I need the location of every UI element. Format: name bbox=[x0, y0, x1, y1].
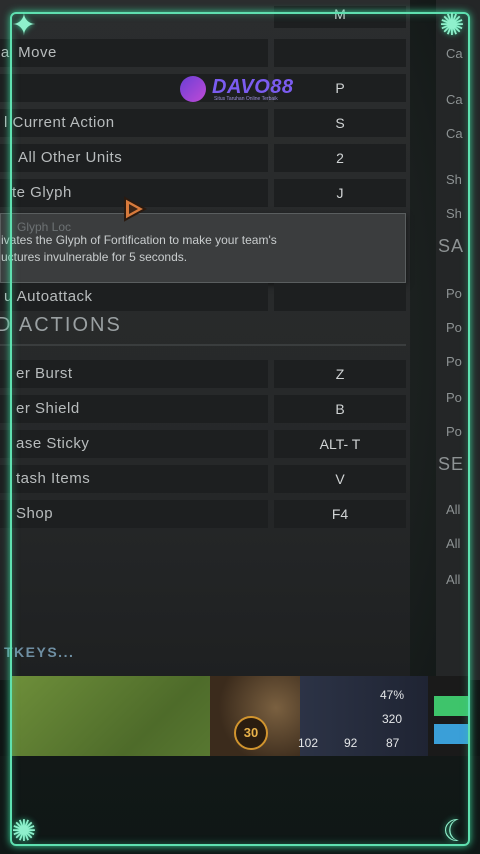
right-column-item[interactable]: Ca bbox=[446, 126, 463, 141]
hero-level-badge: 30 bbox=[234, 716, 268, 750]
action-key-4[interactable]: V bbox=[274, 465, 406, 493]
hotkey-row-select-all-other-units[interactable]: All Other Units bbox=[0, 144, 268, 172]
action-key-2[interactable]: B bbox=[274, 395, 406, 423]
more-hotkeys-link[interactable]: TKEYS... bbox=[4, 644, 74, 660]
action-row-2[interactable]: er Shield bbox=[0, 395, 268, 423]
tooltip-description: ivates the Glyph of Fortification to mak… bbox=[1, 232, 361, 266]
logo-tagline: Situs Taruhan Online Terbaik bbox=[214, 96, 278, 102]
sparkle-icon: ✦ bbox=[11, 9, 37, 42]
right-column-item[interactable]: Sh bbox=[446, 206, 462, 221]
hotkey-row-label: l Current Action bbox=[4, 114, 115, 131]
right-column-item[interactable]: Po bbox=[446, 286, 462, 301]
hero-stats-hud bbox=[300, 676, 428, 756]
hotkey-row-toggle-autoattack[interactable]: u Autoattack bbox=[0, 283, 268, 311]
game-viewport: 30 47% 320 102 92 87 bbox=[10, 676, 470, 756]
action-key-5[interactable]: F4 bbox=[274, 500, 406, 528]
hud-green-button[interactable] bbox=[434, 696, 470, 716]
sun-icon: ✺ bbox=[11, 815, 37, 848]
brand-logo: DAVO88 Situs Taruhan Online Terbaik bbox=[180, 74, 304, 104]
hud-stat-3: 87 bbox=[386, 736, 400, 750]
hotkey-row-cancel-current-action[interactable]: l Current Action bbox=[0, 109, 268, 137]
hotkey-key-regional-move[interactable] bbox=[274, 39, 406, 67]
action-row-5[interactable]: Shop bbox=[0, 500, 268, 528]
hotkey-row-label: u Autoattack bbox=[4, 288, 93, 305]
tooltip-line-2: uctures invulnerable for 5 seconds. bbox=[1, 250, 188, 264]
action-key-1[interactable]: Z bbox=[274, 360, 406, 388]
action-key-3[interactable]: ALT- T bbox=[274, 430, 406, 458]
right-settings-column: Ca Ca Ca Sh Sh SA Po Po Po Po Po SE All … bbox=[436, 0, 480, 680]
right-column-item[interactable]: Po bbox=[446, 390, 462, 405]
action-row-4[interactable]: tash Items bbox=[0, 465, 268, 493]
logo-mark-icon bbox=[180, 76, 206, 102]
hud-stat-percent: 47% bbox=[380, 688, 405, 702]
tooltip-line-1: ivates the Glyph of Fortification to mak… bbox=[1, 233, 277, 247]
right-column-item[interactable]: Sh bbox=[446, 172, 462, 187]
right-column-item[interactable]: All bbox=[446, 536, 460, 551]
right-column-header: SA bbox=[438, 236, 465, 256]
action-row-label: Shop bbox=[16, 505, 54, 522]
action-row-label: tash Items bbox=[16, 470, 91, 487]
right-column-item[interactable]: Ca bbox=[446, 46, 463, 61]
bottom-background bbox=[0, 756, 480, 854]
action-row-1[interactable]: er Burst bbox=[0, 360, 268, 388]
right-column-item[interactable]: All bbox=[446, 502, 460, 517]
hotkey-row-label: All Other Units bbox=[18, 149, 123, 166]
mouse-cursor-icon bbox=[124, 196, 148, 222]
hotkey-key-activate-glyph[interactable]: J bbox=[274, 179, 406, 207]
moon-icon: ☾ bbox=[442, 815, 470, 848]
section-divider bbox=[0, 344, 406, 346]
hud-blue-button[interactable] bbox=[434, 724, 470, 744]
hotkey-key-top-partial[interactable]: M bbox=[274, 6, 406, 28]
hud-stat-2: 92 bbox=[344, 736, 358, 750]
hotkey-key-toggle-autoattack[interactable] bbox=[274, 283, 406, 311]
right-column-item[interactable]: Po bbox=[446, 424, 462, 439]
action-row-label: er Burst bbox=[16, 365, 73, 382]
section-title-actions: D ACTIONS bbox=[0, 314, 122, 336]
action-row-label: er Shield bbox=[16, 400, 80, 417]
glyph-tooltip: Glyph Loc ivates the Glyph of Fortificat… bbox=[0, 213, 406, 283]
right-column-item[interactable]: Ca bbox=[446, 92, 463, 107]
hud-stat-speed: 320 bbox=[382, 712, 403, 726]
hotkey-key-cancel-current-action[interactable]: S bbox=[274, 109, 406, 137]
hud-stat-kills: 102 bbox=[298, 736, 319, 750]
hotkey-row-label: te Glyph bbox=[12, 184, 72, 201]
screen: M nal Move P l Current Action S All Othe… bbox=[0, 0, 480, 854]
right-column-item[interactable]: All bbox=[446, 572, 460, 587]
action-row-3[interactable]: ase Sticky bbox=[0, 430, 268, 458]
right-column-header: SE bbox=[438, 454, 465, 474]
hotkey-row-label: nal Move bbox=[0, 44, 57, 61]
right-column-item[interactable]: Po bbox=[446, 354, 462, 369]
hotkey-key-select-all-other-units[interactable]: 2 bbox=[274, 144, 406, 172]
action-row-label: ase Sticky bbox=[16, 435, 90, 452]
sun-icon: ✺ bbox=[439, 9, 465, 42]
right-column-item[interactable]: Po bbox=[446, 320, 462, 335]
